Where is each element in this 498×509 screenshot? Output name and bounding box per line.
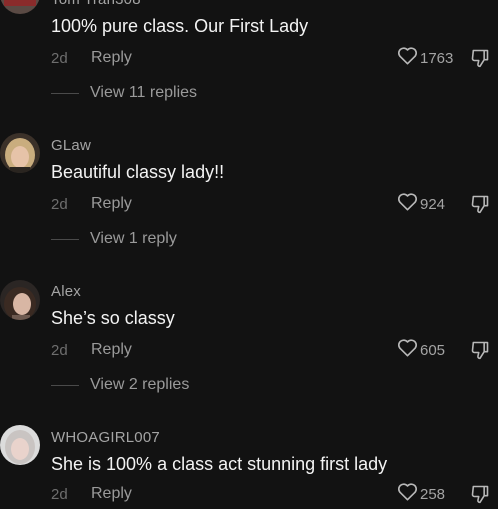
like-button[interactable]: 1763	[397, 46, 454, 70]
reply-button[interactable]: Reply	[91, 341, 132, 359]
avatar[interactable]	[0, 425, 40, 465]
comment-text: She is 100% a class act stunning first l…	[51, 454, 388, 474]
view-replies-link[interactable]: View 1 reply	[51, 230, 177, 248]
like-button[interactable]: 605	[397, 338, 446, 362]
like-button[interactable]: 924	[397, 192, 446, 216]
heart-outline-icon	[397, 192, 418, 216]
avatar[interactable]	[0, 0, 40, 14]
avatar[interactable]	[0, 133, 40, 173]
view-replies-label: View 1 reply	[90, 230, 177, 247]
comment-timestamp: 2d	[51, 50, 68, 67]
view-replies-label: View 2 replies	[90, 376, 190, 393]
thumbs-down-outline-icon[interactable]	[470, 484, 490, 509]
comment-username[interactable]: WHOAGIRL007	[51, 429, 160, 446]
view-replies-link[interactable]: View 11 replies	[51, 84, 197, 102]
comment-timestamp: 2d	[51, 196, 68, 213]
avatar[interactable]	[0, 280, 40, 320]
heart-outline-icon	[397, 338, 418, 362]
divider-line	[51, 384, 79, 386]
reply-button[interactable]: Reply	[91, 49, 132, 67]
comment-timestamp: 2d	[51, 342, 68, 359]
like-count: 924	[420, 195, 446, 213]
like-button[interactable]: 258	[397, 482, 446, 506]
like-count: 605	[420, 341, 446, 359]
comment-text: She’s so classy	[51, 308, 175, 328]
thumbs-down-outline-icon[interactable]	[470, 340, 490, 365]
heart-outline-icon	[397, 482, 418, 506]
reply-button[interactable]: Reply	[91, 195, 132, 213]
divider-line	[51, 92, 79, 94]
divider-line	[51, 238, 79, 240]
thumbs-down-outline-icon[interactable]	[470, 194, 490, 219]
comment-username[interactable]: GLaw	[51, 137, 91, 154]
reply-button[interactable]: Reply	[91, 485, 132, 503]
heart-outline-icon	[397, 46, 418, 70]
comment-text: Beautiful classy lady!!	[51, 162, 225, 182]
view-replies-label: View 11 replies	[90, 84, 198, 101]
view-replies-link[interactable]: View 2 replies	[51, 376, 189, 394]
thumbs-down-outline-icon[interactable]	[470, 48, 490, 73]
comment-timestamp: 2d	[51, 486, 68, 503]
comment-text: 100% pure class. Our First Lady	[51, 16, 309, 36]
comment-username[interactable]: Tom Tran308	[51, 0, 141, 8]
comment-username[interactable]: Alex	[51, 283, 81, 300]
like-count: 258	[420, 485, 446, 503]
like-count: 1763	[420, 49, 454, 67]
